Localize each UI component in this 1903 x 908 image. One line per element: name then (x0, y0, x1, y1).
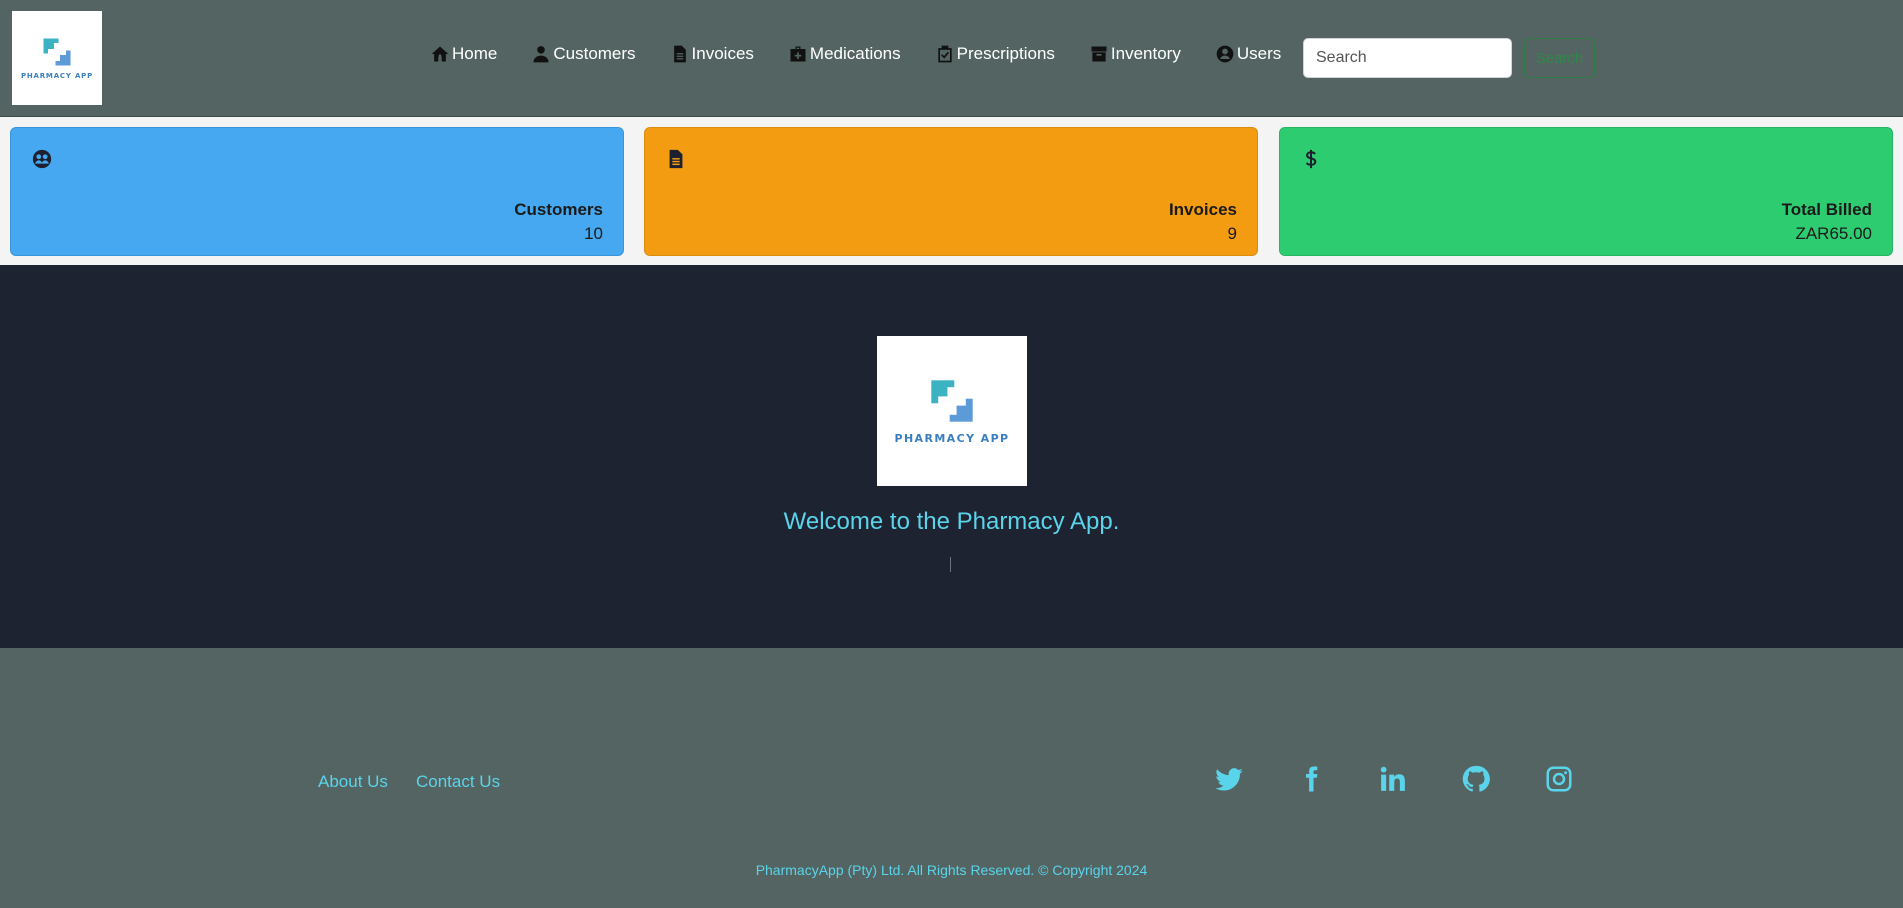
pharmacy-cross-logo-icon (43, 38, 71, 65)
nav-customers-label: Customers (553, 44, 636, 63)
footer-copyright: PharmacyApp (Pty) Ltd. All Rights Reserv… (755, 862, 1148, 878)
footer: About Us Contact Us PharmacyApp (Pty) Lt… (0, 648, 1903, 908)
instagram-icon (1546, 766, 1572, 792)
nav-prescriptions-label: Prescriptions (956, 44, 1055, 63)
nav-prescriptions[interactable]: Prescriptions (935, 44, 1055, 64)
pharmacy-cross-logo-icon (931, 379, 973, 422)
search-input[interactable] (1303, 38, 1512, 78)
github-icon (1462, 765, 1490, 792)
user-circle-icon (1216, 45, 1234, 63)
customers-stat-title: Customers (514, 200, 603, 219)
nav-invoices[interactable]: Invoices (670, 44, 754, 64)
nav-customers[interactable]: Customers (531, 44, 636, 64)
customers-stat-card[interactable]: Customers 10 (10, 127, 624, 256)
welcome-hero: PHARMACY APP Welcome to the Pharmacy App… (0, 265, 1903, 648)
archive-icon (1091, 46, 1107, 62)
invoices-stat-value: 9 (1227, 224, 1237, 243)
twitter-icon (1215, 768, 1243, 791)
brand-logo[interactable]: PHARMACY APP (12, 11, 102, 105)
nav-medications-label: Medications (809, 44, 901, 63)
nav-users-label: Users (1236, 44, 1282, 63)
linkedin-link[interactable] (1378, 764, 1408, 794)
stats-row: Customers 10 Invoices 9 Total Billed ZAR… (0, 117, 1903, 265)
users-group-icon (32, 149, 52, 169)
nav-medications[interactable]: Medications (788, 44, 901, 64)
main-nav: Home Customers Invoices Medications Pres… (430, 44, 1315, 64)
facebook-link[interactable] (1296, 764, 1326, 794)
clipboard-check-icon (937, 45, 952, 63)
home-icon (431, 46, 449, 62)
github-link[interactable] (1461, 764, 1491, 794)
medkit-icon (790, 46, 806, 62)
customers-stat-value: 10 (584, 224, 603, 243)
nav-home[interactable]: Home (430, 44, 497, 64)
total-billed-stat-title: Total Billed (1781, 200, 1872, 219)
hero-logo: PHARMACY APP (877, 336, 1027, 486)
invoices-stat-card[interactable]: Invoices 9 (644, 127, 1258, 256)
document-icon (673, 45, 686, 63)
document-icon (669, 149, 683, 169)
nav-home-label: Home (452, 44, 498, 63)
twitter-link[interactable] (1214, 764, 1244, 794)
facebook-icon (1306, 766, 1318, 792)
nav-inventory-label: Inventory (1110, 44, 1181, 63)
nav-invoices-label: Invoices (691, 44, 754, 63)
dollar-icon (1305, 149, 1317, 169)
hero-title: Welcome to the Pharmacy App. (783, 508, 1120, 535)
footer-about-link[interactable]: About Us (318, 772, 388, 792)
linkedin-icon (1380, 766, 1405, 791)
navbar: PHARMACY APP Home Customers Invoices Med… (0, 0, 1903, 117)
brand-logo-text: PHARMACY APP (20, 71, 94, 80)
hero-logo-text: PHARMACY APP (894, 431, 1010, 445)
nav-inventory[interactable]: Inventory (1089, 44, 1181, 64)
search-button[interactable]: Search (1524, 38, 1595, 78)
total-billed-stat-card[interactable]: Total Billed ZAR65.00 (1279, 127, 1893, 256)
total-billed-stat-value: ZAR65.00 (1795, 224, 1872, 243)
nav-users[interactable]: Users (1215, 44, 1281, 64)
person-icon (533, 46, 549, 63)
invoices-stat-title: Invoices (1168, 200, 1237, 219)
text-cursor (950, 557, 951, 572)
footer-contact-link[interactable]: Contact Us (416, 772, 500, 792)
instagram-link[interactable] (1544, 764, 1574, 794)
